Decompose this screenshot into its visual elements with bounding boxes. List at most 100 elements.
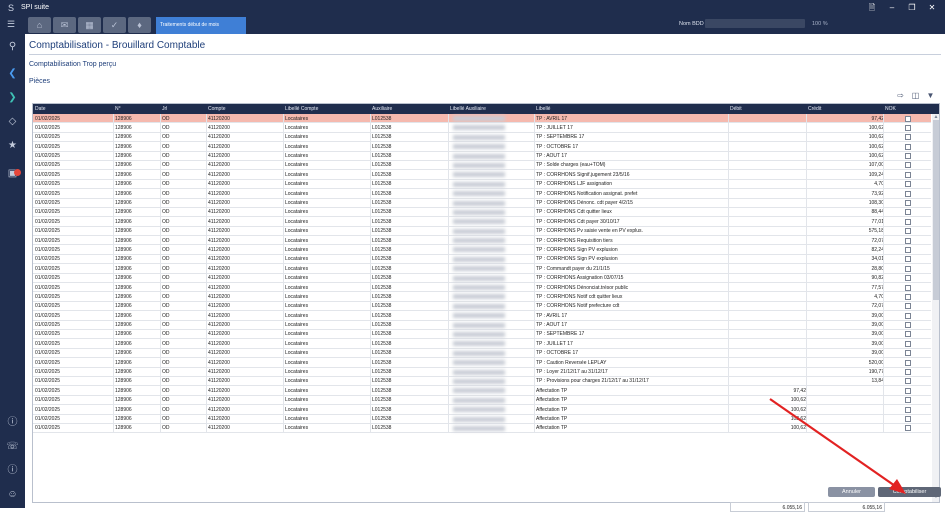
nok-checkbox[interactable]: [905, 209, 911, 216]
table-row[interactable]: 01/02/2025 128906 OD 41120200 Locataires L012…: [33, 255, 931, 265]
home-icon[interactable]: ⌂: [28, 17, 51, 33]
nok-checkbox[interactable]: [905, 425, 911, 432]
nok-checkbox[interactable]: [905, 340, 911, 347]
column-header[interactable]: Jrl: [162, 106, 167, 112]
minimize-button[interactable]: –: [886, 3, 898, 13]
nok-checkbox[interactable]: [905, 115, 911, 122]
table-row[interactable]: 01/02/2025 128906 OD 41120200 Locataires L012…: [33, 321, 931, 330]
restore-button[interactable]: ❐: [906, 3, 918, 13]
columns-icon[interactable]: ◫: [911, 91, 920, 100]
column-header[interactable]: Crédit: [808, 106, 821, 112]
lock-icon[interactable]: ▣: [0, 165, 25, 183]
table-row[interactable]: 01/02/2025 128906 OD 41120200 Locataires L012…: [33, 330, 931, 340]
nok-checkbox[interactable]: [905, 369, 911, 376]
table-row[interactable]: 01/02/2025 128906 OD 41120200 Locataires L012…: [33, 123, 931, 133]
column-header[interactable]: Date: [35, 106, 46, 112]
column-header[interactable]: Débit: [730, 106, 742, 112]
table-row[interactable]: 01/02/2025 128906 OD 41120200 Locataires L012…: [33, 302, 931, 312]
nok-checkbox[interactable]: [905, 256, 911, 263]
vertical-scrollbar[interactable]: ▲ ▼: [932, 114, 939, 502]
table-row[interactable]: 01/02/2025 128906 OD 41120200 Locataires L012…: [33, 339, 931, 349]
column-header[interactable]: NOK: [885, 106, 896, 112]
nok-checkbox[interactable]: [905, 124, 911, 131]
table-row[interactable]: ▸01/02/2025128906OD41120200LocatairesL01…: [33, 114, 931, 124]
table-row[interactable]: 01/02/2025 128906 OD 41120200 Locataires L012…: [33, 170, 931, 180]
table-row[interactable]: 01/02/2025 128906 OD 41120200 Locataires L012…: [33, 227, 931, 237]
table-row[interactable]: 01/02/2025 128906 OD 41120200 Locataires L012…: [33, 236, 931, 246]
column-header[interactable]: Compte: [208, 106, 226, 112]
info-icon[interactable]: ⓘ: [0, 462, 25, 480]
search-icon[interactable]: ⚲: [0, 38, 25, 56]
code-right-icon[interactable]: ❯: [0, 89, 25, 107]
table-row[interactable]: 01/02/2025 128906 OD 41120200 Locataires L012…: [33, 405, 931, 415]
nok-checkbox[interactable]: [905, 228, 911, 235]
table-row[interactable]: 01/02/2025 128906 OD 41120200 Locataires L012…: [33, 424, 931, 434]
headset-icon[interactable]: ☏: [0, 438, 25, 456]
column-header[interactable]: Libellé Auxiliaire: [450, 106, 486, 112]
table-row[interactable]: 01/02/2025 128906 OD 41120200 Locataires L012…: [33, 349, 931, 359]
table-row[interactable]: 01/02/2025 128906 OD 41120200 Locataires L012…: [33, 386, 931, 396]
table-row[interactable]: 01/02/2025 128906 OD 41120200 Locataires L012…: [33, 142, 931, 152]
nok-checkbox[interactable]: [905, 312, 911, 319]
nok-checkbox[interactable]: [905, 200, 911, 207]
nok-checkbox[interactable]: [905, 303, 911, 310]
comptabiliser-button[interactable]: Comptabiliser: [878, 487, 941, 497]
nok-checkbox[interactable]: [905, 378, 911, 385]
calendar-icon[interactable]: ▦: [78, 17, 101, 33]
nok-checkbox[interactable]: [905, 331, 911, 338]
table-row[interactable]: 01/02/2025 128906 OD 41120200 Locataires L012…: [33, 208, 931, 218]
table-row[interactable]: 01/02/2025 128906 OD 41120200 Locataires L012…: [33, 245, 931, 255]
column-header[interactable]: Libellé Compte: [285, 106, 318, 112]
nok-checkbox[interactable]: [905, 416, 911, 422]
zoom-label[interactable]: 100 %: [812, 21, 828, 27]
nok-checkbox[interactable]: [905, 171, 911, 178]
document-icon[interactable]: 🗎: [866, 3, 878, 13]
column-header[interactable]: Libellé: [536, 106, 550, 112]
close-button[interactable]: ✕: [926, 3, 938, 13]
table-row[interactable]: 01/02/2025 128906 OD 41120200 Locataires L012…: [33, 292, 931, 302]
nok-checkbox[interactable]: [905, 181, 911, 188]
nok-checkbox[interactable]: [905, 293, 911, 300]
scroll-thumb[interactable]: [933, 120, 939, 300]
star-icon[interactable]: ★: [0, 137, 25, 155]
nok-checkbox[interactable]: [905, 153, 911, 160]
nok-checkbox[interactable]: [905, 246, 911, 253]
user-icon[interactable]: ☺: [0, 486, 25, 504]
table-row[interactable]: 01/02/2025 128906 OD 41120200 Locataires L012…: [33, 274, 931, 284]
nok-checkbox[interactable]: [905, 143, 911, 150]
table-row[interactable]: 01/02/2025 128906 OD 41120200 Locataires L012…: [33, 189, 931, 199]
table-row[interactable]: 01/02/2025 128906 OD 41120200 Locataires L012…: [33, 358, 931, 368]
code-left-icon[interactable]: ❮: [0, 65, 25, 83]
nok-checkbox[interactable]: [905, 359, 911, 366]
table-row[interactable]: 01/02/2025 128906 OD 41120200 Locataires L012…: [33, 415, 931, 424]
table-row[interactable]: 01/02/2025 128906 OD 41120200 Locataires L012…: [33, 199, 931, 208]
table-row[interactable]: 01/02/2025 128906 OD 41120200 Locataires L012…: [33, 264, 931, 274]
nok-checkbox[interactable]: [905, 134, 911, 141]
filter-icon[interactable]: ▼: [926, 91, 935, 100]
nok-checkbox[interactable]: [905, 350, 911, 357]
column-header[interactable]: Auxiliaire: [372, 106, 392, 112]
table-row[interactable]: 01/02/2025 128906 OD 41120200 Locataires L012…: [33, 152, 931, 161]
cancel-button[interactable]: Annuler: [828, 487, 875, 497]
nok-checkbox[interactable]: [905, 284, 911, 291]
help-icon[interactable]: ⓘ: [0, 414, 25, 432]
nok-checkbox[interactable]: [905, 397, 911, 404]
diamond-icon[interactable]: ◇: [0, 113, 25, 131]
column-header[interactable]: N°: [115, 106, 121, 112]
nok-checkbox[interactable]: [905, 162, 911, 169]
export-icon[interactable]: ⇨: [896, 91, 905, 100]
table-row[interactable]: 01/02/2025 128906 OD 41120200 Locataires L012…: [33, 311, 931, 321]
table-row[interactable]: 01/02/2025 128906 OD 41120200 Locataires L012…: [33, 161, 931, 171]
nok-checkbox[interactable]: [905, 190, 911, 197]
bell-icon[interactable]: ♦: [128, 17, 151, 33]
table-row[interactable]: 01/02/2025 128906 OD 41120200 Locataires L012…: [33, 396, 931, 406]
nok-checkbox[interactable]: [905, 237, 911, 244]
table-row[interactable]: 01/02/2025 128906 OD 41120200 Locataires L012…: [33, 217, 931, 227]
nok-checkbox[interactable]: [905, 265, 911, 272]
mail-icon[interactable]: ✉: [53, 17, 76, 33]
table-row[interactable]: 01/02/2025 128906 OD 41120200 Locataires L012…: [33, 377, 931, 387]
table-row[interactable]: 01/02/2025 128906 OD 41120200 Locataires L012…: [33, 180, 931, 190]
nok-checkbox[interactable]: [905, 218, 911, 225]
check-icon[interactable]: ✓: [103, 17, 126, 33]
nok-checkbox[interactable]: [905, 275, 911, 282]
